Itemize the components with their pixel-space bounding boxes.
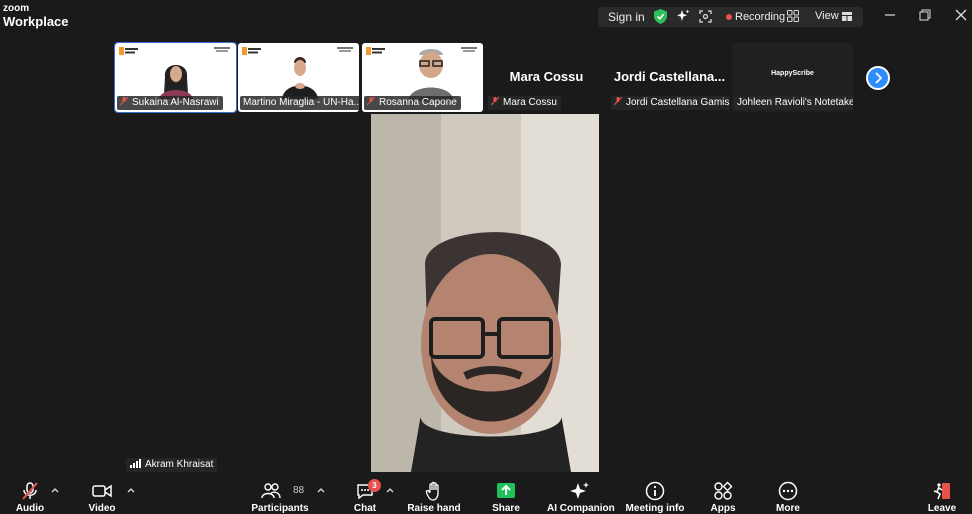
- participant-display-name: Jordi Castellana...: [613, 69, 726, 84]
- participants-button[interactable]: 88 Participants: [250, 473, 310, 514]
- sign-in-button[interactable]: Sign in: [608, 10, 645, 24]
- active-speaker-label: Akram Khraisat: [126, 458, 218, 472]
- participant-tile[interactable]: HappyScribe Johleen Ravioli's Notetaker: [732, 43, 853, 112]
- focus-mode-icon[interactable]: [699, 10, 712, 23]
- logo-workplace: Workplace: [3, 14, 69, 29]
- participants-icon: [261, 483, 281, 499]
- meeting-top-controls: Sign in Recording View: [598, 7, 863, 27]
- event-logo-icon: [119, 47, 138, 55]
- close-icon[interactable]: [954, 8, 968, 22]
- active-speaker-name: Akram Khraisat: [145, 459, 214, 470]
- participant-name-label: Johleen Ravioli's Notetaker: [734, 96, 853, 110]
- logo-zoom: zoom: [3, 3, 30, 14]
- chat-label: Chat: [353, 503, 377, 514]
- video-options-chevron-icon[interactable]: [127, 486, 135, 494]
- participant-name: Mara Cossu: [503, 97, 557, 108]
- participant-name-label: Jordi Castellana Gamis...: [611, 96, 730, 110]
- view-button[interactable]: View: [815, 10, 839, 22]
- raise-hand-label: Raise hand: [407, 503, 461, 514]
- minimize-icon[interactable]: [883, 8, 897, 22]
- raise-hand-button[interactable]: Raise hand: [406, 473, 462, 514]
- muted-mic-icon: [367, 97, 375, 106]
- muted-mic-icon: [614, 97, 622, 106]
- muted-mic-icon: [120, 97, 128, 106]
- participant-display-name: Mara Cossu: [509, 69, 584, 84]
- leave-button[interactable]: Leave: [924, 473, 960, 514]
- raise-hand-icon: [425, 481, 439, 501]
- partner-logo-icon: [461, 47, 477, 52]
- apps-icon: [714, 481, 733, 500]
- event-logo-icon: [366, 47, 385, 55]
- leave-label: Leave: [927, 503, 957, 514]
- ai-companion-button[interactable]: AI Companion: [547, 473, 615, 514]
- participant-name: Jordi Castellana Gamis...: [626, 97, 730, 108]
- ai-companion-sparkle-icon: [570, 482, 589, 499]
- chat-options-chevron-icon[interactable]: [386, 486, 394, 494]
- muted-mic-icon: [491, 97, 499, 106]
- event-logo-icon: [242, 47, 261, 55]
- ai-sparkle-icon[interactable]: [676, 9, 690, 23]
- participant-tile[interactable]: Rosanna Capone: [362, 43, 483, 112]
- participant-name-label: Sukaina Al-Nasrawi: [117, 96, 223, 110]
- shield-check-icon[interactable]: [654, 9, 667, 24]
- participant-tile[interactable]: Jordi Castellana... Jordi Castellana Gam…: [609, 43, 730, 112]
- muted-microphone-icon: [22, 482, 38, 500]
- participants-label: Participants: [251, 503, 309, 514]
- app-logo: zoom Workplace: [3, 3, 69, 29]
- share-screen-icon: [497, 483, 515, 498]
- share-label: Share: [492, 503, 520, 514]
- more-options-icon: [778, 481, 798, 501]
- chat-unread-badge: 3: [368, 479, 381, 492]
- audio-button[interactable]: Audio: [10, 473, 50, 514]
- meeting-toolbar: Audio Video 88 Participants 3 Chat Raise…: [0, 473, 972, 514]
- notetaker-brand: HappyScribe: [771, 70, 814, 77]
- restore-icon[interactable]: [918, 8, 932, 22]
- apps-button[interactable]: Apps: [705, 473, 741, 514]
- participant-name-label: Rosanna Capone: [364, 96, 461, 110]
- participant-tile[interactable]: Sukaina Al-Nasrawi: [114, 42, 237, 113]
- participant-tile[interactable]: Mara Cossu Mara Cossu: [486, 43, 607, 112]
- chevron-right-icon: [875, 72, 883, 84]
- title-bar: zoom Workplace Sign in Recording View: [0, 0, 972, 34]
- active-speaker-video: [371, 114, 599, 472]
- video-camera-icon: [92, 484, 112, 498]
- recording-label[interactable]: Recording: [735, 11, 785, 23]
- share-button[interactable]: Share: [487, 473, 525, 514]
- partner-logo-icon: [214, 47, 230, 52]
- apps-label: Apps: [710, 503, 736, 514]
- meeting-info-label: Meeting info: [625, 503, 685, 514]
- participant-video-icon: [159, 65, 193, 99]
- ai-companion-label: AI Companion: [547, 503, 615, 514]
- audio-options-chevron-icon[interactable]: [51, 486, 59, 494]
- partner-logo-icon: [337, 47, 353, 52]
- participants-count: 88: [293, 485, 305, 496]
- participant-name: Johleen Ravioli's Notetaker: [737, 97, 853, 108]
- speaker-video-frame: [371, 114, 599, 472]
- leave-door-icon: [933, 483, 950, 500]
- layout-grid-icon[interactable]: [787, 10, 799, 22]
- recording-dot-icon: [726, 14, 732, 20]
- participant-video-icon: [282, 57, 318, 99]
- more-button[interactable]: More: [770, 473, 806, 514]
- more-label: More: [776, 503, 800, 514]
- video-button[interactable]: Video: [82, 473, 122, 514]
- participant-name-label: Mara Cossu: [488, 96, 561, 110]
- participant-tile[interactable]: Martino Miraglia - UN-Ha...: [238, 43, 359, 112]
- next-page-button[interactable]: [866, 66, 890, 90]
- participant-name-label: Martino Miraglia - UN-Ha...: [240, 96, 359, 110]
- zoom-meeting-window: zoom Workplace Sign in Recording View Su…: [0, 0, 972, 514]
- info-icon: [645, 481, 665, 501]
- participant-name: Sukaina Al-Nasrawi: [132, 97, 219, 108]
- chat-button[interactable]: 3 Chat: [347, 473, 383, 514]
- video-label: Video: [88, 503, 116, 514]
- gallery-view-icon[interactable]: [842, 12, 852, 21]
- audio-label: Audio: [15, 503, 45, 514]
- participant-video-icon: [408, 49, 454, 101]
- participant-name: Martino Miraglia - UN-Ha...: [243, 97, 359, 108]
- participants-options-chevron-icon[interactable]: [317, 486, 325, 494]
- signal-strength-icon: [130, 459, 141, 468]
- meeting-info-button[interactable]: Meeting info: [624, 473, 686, 514]
- participant-name: Rosanna Capone: [379, 97, 457, 108]
